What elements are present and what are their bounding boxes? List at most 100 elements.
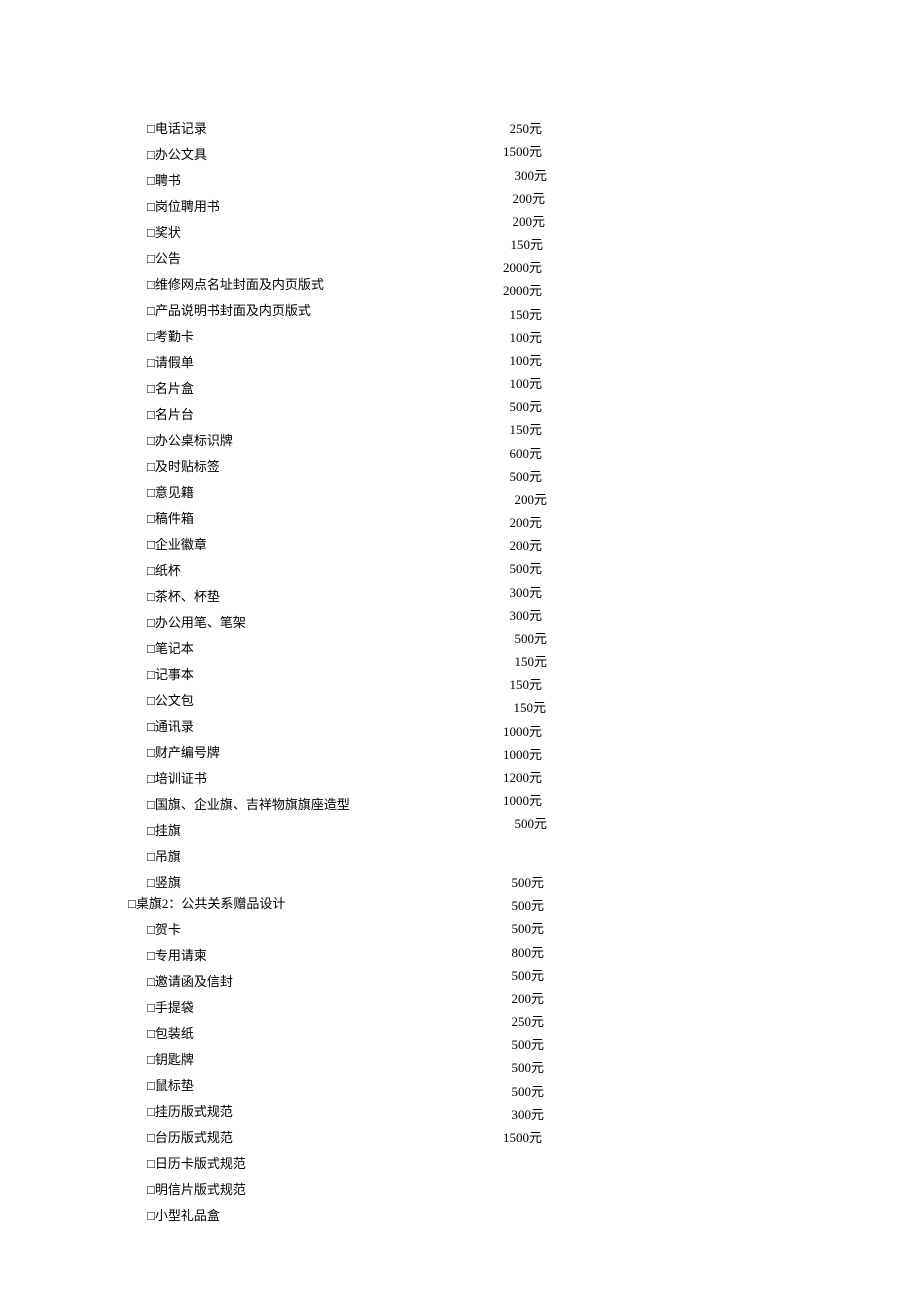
item-label: 意见籍 xyxy=(155,485,194,500)
checkbox-icon: □ xyxy=(147,173,155,188)
checkbox-icon: □ xyxy=(147,433,155,448)
price-value: 150元 xyxy=(509,419,542,438)
checkbox-icon: □ xyxy=(147,1000,155,1015)
price-value: 500元 xyxy=(511,872,544,891)
item-label: 明信片版式规范 xyxy=(155,1182,246,1197)
list-item: □请假单 xyxy=(147,352,194,371)
checkbox-icon: □ xyxy=(147,745,155,760)
item-label: 考勤卡 xyxy=(155,329,194,344)
checkbox-icon: □ xyxy=(147,251,155,266)
checkbox-icon: □ xyxy=(147,563,155,578)
list-item: □竖旗 xyxy=(147,872,181,891)
list-item: □及时贴标签 xyxy=(147,456,220,475)
item-label: 办公用笔、笔架 xyxy=(155,615,246,630)
item-label: 办公桌标识牌 xyxy=(155,433,233,448)
list-item: □茶杯、杯垫 xyxy=(147,586,220,605)
checkbox-icon: □ xyxy=(147,875,155,890)
price-value: 500元 xyxy=(511,965,544,984)
item-label: 日历卡版式规范 xyxy=(155,1156,246,1171)
item-label: 挂历版式规范 xyxy=(155,1104,233,1119)
list-item: □台历版式规范 xyxy=(147,1127,233,1146)
checkbox-icon: □ xyxy=(147,797,155,812)
checkbox-icon: □ xyxy=(147,459,155,474)
list-item: □聘书 xyxy=(147,170,181,189)
checkbox-icon: □ xyxy=(147,1208,155,1223)
item-label: 办公文具 xyxy=(155,147,207,162)
list-item: □钥匙牌 xyxy=(147,1049,194,1068)
list-item: □通讯录 xyxy=(147,716,194,735)
price-value: 500元 xyxy=(511,895,544,914)
checkbox-icon: □ xyxy=(147,693,155,708)
checkbox-icon: □ xyxy=(147,667,155,682)
item-label: 公告 xyxy=(155,251,181,266)
list-item: □挂旗 xyxy=(147,820,181,839)
checkbox-icon: □ xyxy=(147,719,155,734)
list-item: □公文包 xyxy=(147,690,194,709)
list-item: □记事本 xyxy=(147,664,194,683)
item-label: 台历版式规范 xyxy=(155,1130,233,1145)
item-label: 名片台 xyxy=(155,407,194,422)
checkbox-icon: □ xyxy=(147,225,155,240)
price-value: 500元 xyxy=(511,918,544,937)
checkbox-icon: □ xyxy=(147,771,155,786)
item-label: 纸杯 xyxy=(155,563,181,578)
price-value: 500元 xyxy=(511,1081,544,1100)
list-item: □岗位聘用书 xyxy=(147,196,220,215)
list-item: □鼠标垫 xyxy=(147,1075,194,1094)
price-value: 600元 xyxy=(509,443,542,462)
item-label: 培训证书 xyxy=(155,771,207,786)
item-label: 维修网点名址封面及内页版式 xyxy=(155,277,324,292)
checkbox-icon: □ xyxy=(147,948,155,963)
item-label: 财产编号牌 xyxy=(155,745,220,760)
checkbox-icon: □ xyxy=(147,1078,155,1093)
checkbox-icon: □ xyxy=(147,199,155,214)
price-value: 100元 xyxy=(509,373,542,392)
checkbox-icon: □ xyxy=(147,1052,155,1067)
checkbox-icon: □ xyxy=(147,1026,155,1041)
list-item: □办公用笔、笔架 xyxy=(147,612,246,631)
list-item: □办公文具 xyxy=(147,144,207,163)
list-item: □邀请函及信封 xyxy=(147,971,233,990)
checkbox-icon: □ xyxy=(147,974,155,989)
price-value: 200元 xyxy=(509,535,542,554)
price-value: 200元 xyxy=(512,211,545,230)
list-item: □稿件箱 xyxy=(147,508,194,527)
price-value: 500元 xyxy=(514,813,547,832)
checkbox-icon: □ xyxy=(147,1156,155,1171)
checkbox-icon: □ xyxy=(147,823,155,838)
checkbox-icon: □ xyxy=(147,589,155,604)
price-value: 250元 xyxy=(511,1011,544,1030)
checkbox-icon: □ xyxy=(147,147,155,162)
checkbox-icon: □ xyxy=(147,615,155,630)
list-item: □日历卡版式规范 xyxy=(147,1153,246,1172)
checkbox-icon: □ xyxy=(128,896,136,911)
list-item: □贺卡 xyxy=(147,919,181,938)
list-item: □维修网点名址封面及内页版式 xyxy=(147,274,324,293)
checkbox-icon: □ xyxy=(147,1104,155,1119)
price-value: 1200元 xyxy=(503,767,542,786)
list-item: □办公桌标识牌 xyxy=(147,430,233,449)
checkbox-icon: □ xyxy=(147,485,155,500)
list-item: □明信片版式规范 xyxy=(147,1179,246,1198)
item-label: 聘书 xyxy=(155,173,181,188)
item-label: 公文包 xyxy=(155,693,194,708)
item-label: 请假单 xyxy=(155,355,194,370)
price-value: 300元 xyxy=(511,1104,544,1123)
item-label: 通讯录 xyxy=(155,719,194,734)
list-item: □电话记录 xyxy=(147,118,207,137)
list-item: □产品说明书封面及内页版式 xyxy=(147,300,311,319)
checkbox-icon: □ xyxy=(147,641,155,656)
item-label: 桌旗2：公共关系赠品设计 xyxy=(136,896,286,911)
item-label: 专用请柬 xyxy=(155,948,207,963)
list-item: □培训证书 xyxy=(147,768,207,787)
checkbox-icon: □ xyxy=(147,922,155,937)
price-value: 2000元 xyxy=(503,280,542,299)
item-label: 小型礼品盒 xyxy=(155,1208,220,1223)
checkbox-icon: □ xyxy=(147,329,155,344)
checkbox-icon: □ xyxy=(147,303,155,318)
item-label: 岗位聘用书 xyxy=(155,199,220,214)
list-item: □手提袋 xyxy=(147,997,194,1016)
list-item: □包装纸 xyxy=(147,1023,194,1042)
list-item: □考勤卡 xyxy=(147,326,194,345)
checkbox-icon: □ xyxy=(147,277,155,292)
